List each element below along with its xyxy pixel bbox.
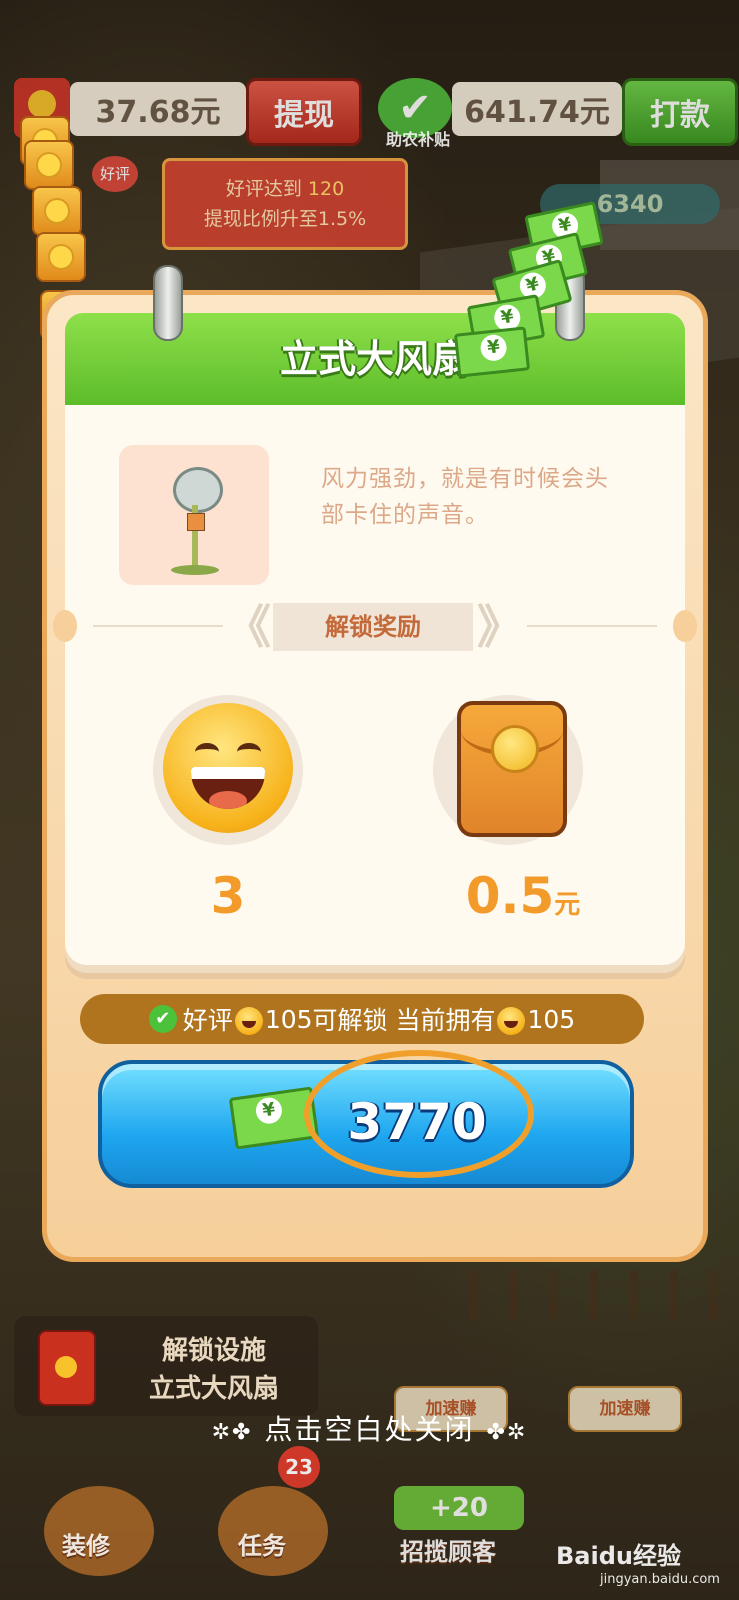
unlock-notification: 解锁设施 立式大风扇 — [14, 1316, 318, 1416]
attract-customers-label: 招揽顾客 — [400, 1538, 496, 1566]
ornament-right-icon: ✤✲ — [486, 1420, 528, 1445]
withdraw-rate-tooltip: 好评达到 120 提现比例升至1.5% — [162, 158, 408, 250]
coin-icon — [36, 232, 86, 282]
task-label: 任务 — [238, 1532, 286, 1560]
payout-button[interactable]: 打款 — [622, 78, 738, 146]
highlight-ring — [304, 1050, 534, 1178]
item-description: 风力强劲，就是有时候会头部卡住的声音。 — [321, 466, 609, 528]
reward-amount: 0.5 — [465, 867, 555, 925]
card-notch — [53, 610, 77, 642]
top-bar: 37.68元 提现 ✔ 助农补贴 641.74元 打款 — [0, 78, 739, 149]
tooltip-value: 120 — [307, 178, 345, 200]
subsidy-balance: 641.74元 — [452, 82, 622, 136]
close-hint-text: 点击空白处关闭 — [264, 1413, 475, 1446]
unlock-prefix: 好评 — [182, 1006, 233, 1035]
tooltip-prefix: 好评达到 — [225, 178, 302, 200]
reward-value: 0.5元 — [433, 867, 613, 925]
unlock-owned: 105 — [527, 1004, 576, 1034]
check-icon: ✔ — [148, 1005, 177, 1033]
good-review-badge: 好评 — [92, 156, 138, 192]
card-notch — [673, 610, 697, 642]
reward-smiley — [153, 695, 303, 845]
smiley-emoji-icon — [234, 1007, 263, 1035]
modal-header: 立式大风扇 — [65, 265, 685, 410]
coin-icon — [32, 186, 82, 236]
smiley-emoji-icon — [163, 703, 293, 833]
divider — [527, 625, 657, 627]
divider — [93, 625, 223, 627]
notification-line2: 立式大风扇 — [148, 1374, 279, 1404]
modal-title: 立式大风扇 — [279, 337, 470, 381]
modal-content: 风力强劲，就是有时候会头部卡住的声音。 《 》 解锁奖励 3 0.5元 — [53, 405, 697, 965]
notification-line1: 解锁设施 — [161, 1336, 266, 1366]
close-hint[interactable]: ✲✤ 点击空白处关闭 ✤✲ — [0, 1408, 739, 1448]
reward-unit: 元 — [554, 890, 581, 920]
cash-balance: 37.68元 — [70, 82, 246, 136]
unlock-required: 105 — [264, 1004, 313, 1034]
chevron-right-icon: 》 — [477, 600, 523, 654]
unlock-mid: 可解锁 当前拥有 — [312, 1006, 496, 1035]
coin-icon — [24, 140, 74, 190]
task-count-badge: 23 — [278, 1446, 320, 1488]
watermark-url: jingyan.baidu.com — [600, 1572, 720, 1587]
reward-value: 3 — [153, 867, 303, 925]
reward-amount: 3 — [210, 867, 246, 925]
chevron-left-icon: 《 — [225, 600, 271, 654]
unlock-requirement: ✔ 好评 105 可解锁 当前拥有 105 — [80, 994, 644, 1044]
withdraw-button[interactable]: 提现 — [246, 78, 362, 146]
smiley-emoji-icon — [497, 1007, 526, 1035]
ornament-left-icon: ✲✤ — [211, 1420, 253, 1445]
reward-red-packet — [433, 695, 583, 845]
decorate-label: 装修 — [62, 1532, 110, 1560]
red-packet-icon — [38, 1330, 96, 1406]
bonus-indicator[interactable]: +20 — [394, 1486, 524, 1530]
rewards-header: 解锁奖励 — [273, 603, 473, 651]
watermark-logo: Baidu经验 — [556, 1542, 681, 1570]
red-packet-icon — [457, 701, 567, 837]
fan-thumbnail — [119, 445, 269, 585]
cash-bill-icon — [453, 326, 531, 378]
fan-icon — [173, 467, 223, 513]
tooltip-line2: 提现比例升至1.5% — [203, 208, 367, 230]
